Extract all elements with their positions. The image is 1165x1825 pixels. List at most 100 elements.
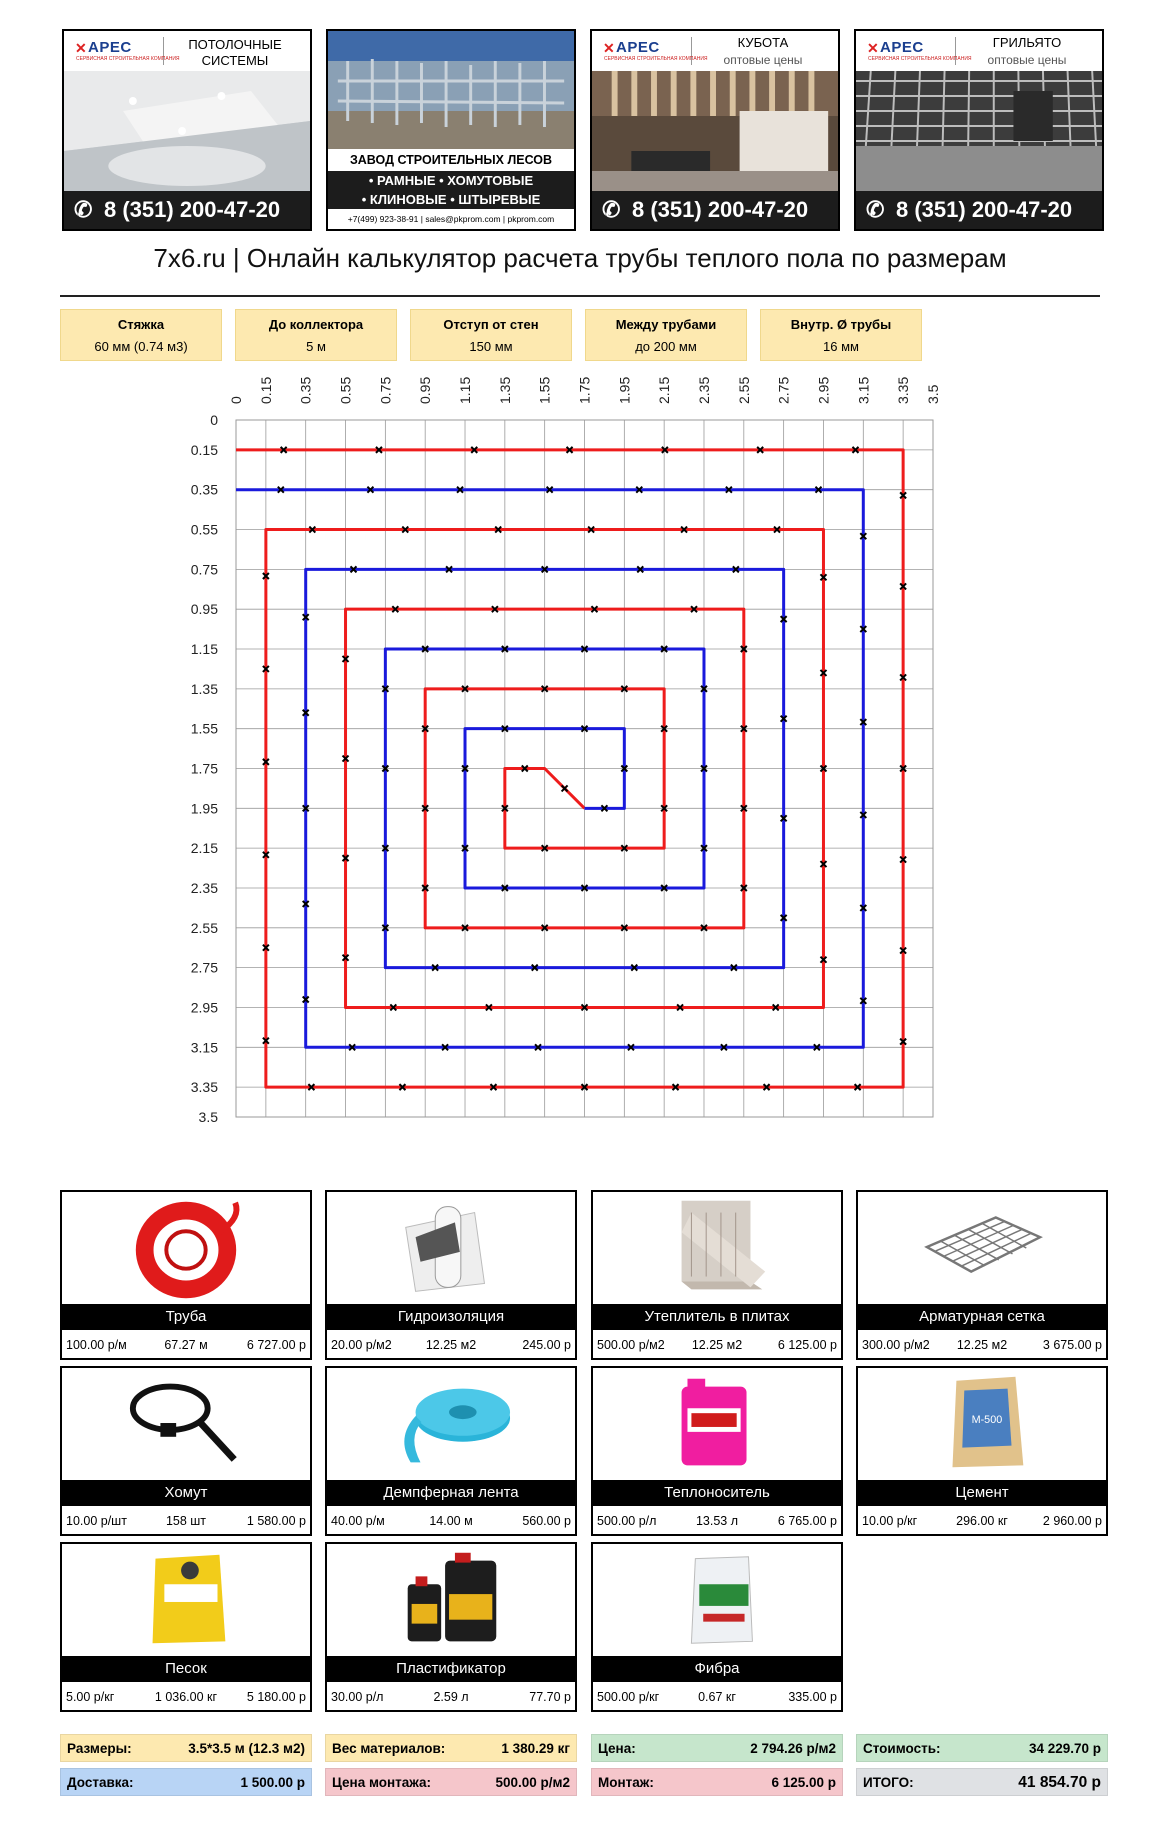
y-tick-label: 2.35	[191, 880, 218, 896]
material-details: 500.00 р/л 13.53 л6 765.00 р	[593, 1506, 841, 1536]
banner-line-2: • КЛИНОВЫЕ • ШТЫРЕВЫЕ	[328, 190, 574, 209]
material-card: Арматурная сетка 300.00 р/м2 12.25 м2 3 675…	[856, 1190, 1108, 1360]
banner-line-1: • РАМНЫЕ • ХОМУТОВЫЕ	[328, 171, 574, 190]
material-card: Пластификатор 30.00 р/л 2.59 л 77.70 р	[325, 1542, 577, 1712]
banner-title: ПОТОЛОЧНЫЕ СИСТЕМЫ	[188, 37, 282, 68]
banner-scaffolding[interactable]: ЗАВОД СТРОИТЕЛЬНЫХ ЛЕСОВ • РАМНЫЕ • ХОМУ…	[326, 29, 576, 231]
param-wall-offset: Отступ от стен 150 мм	[410, 309, 572, 361]
material-cost: 2 960.00 р	[1042, 1514, 1102, 1528]
y-tick-label: 3.5	[199, 1109, 219, 1125]
param-label: Стяжка	[117, 317, 165, 332]
y-tick-label: 1.35	[191, 681, 218, 697]
material-details: 30.00 р/л 2.59 л 77.70 р	[327, 1682, 575, 1712]
param-value: 16 мм	[823, 339, 859, 354]
y-tick-label: 0.35	[191, 482, 218, 498]
x-tick-label: 2.35	[696, 377, 712, 404]
x-tick-label: 1.75	[577, 377, 593, 404]
material-card: Теплоноситель 500.00 р/л 13.53 л6 765.00 р	[591, 1366, 843, 1536]
material-name: Теплоноситель	[593, 1480, 841, 1506]
summary-label: Цена:	[598, 1741, 636, 1756]
banner-header: ✕ АРЕС СЕРВИСНАЯ СТРОИТЕЛЬНАЯ КОМПАНИЯ К…	[592, 31, 838, 71]
summary-delivery: Доставка: 1 500.00 р	[60, 1768, 312, 1796]
summary-value: 2 794.26 р/м2	[750, 1741, 836, 1756]
summary-label: Вес материалов:	[332, 1741, 446, 1756]
material-cost: 6 765.00 р	[777, 1514, 837, 1528]
phone-number[interactable]: ✆ 8 (351) 200-47-20	[592, 191, 838, 229]
x-tick-label: 0	[228, 396, 244, 404]
material-card: Утеплитель в плитах 500.00 р/м2 12.25 м2 6 …	[591, 1190, 843, 1360]
summary-installation: Монтаж: 6 125.00 р	[591, 1768, 843, 1796]
material-name: Арматурная сетка	[858, 1304, 1106, 1330]
phone-icon: ✆	[74, 197, 93, 222]
banner-subtitle: оптовые цены	[987, 53, 1067, 67]
material-card: M-500 Цемент 10.00 р/кг 296.00 кг 2 960.00 р	[856, 1366, 1108, 1536]
summary-materials-cost: Стоимость: 34 229.70 р	[856, 1734, 1108, 1762]
material-card: Гидроизоляция 20.00 р/м2 12.25 м2 245.00 р	[325, 1190, 577, 1360]
param-label: Внутр. Ø трубы	[790, 317, 892, 332]
page-title: 7x6.ru | Онлайн калькулятор расчета труб…	[153, 243, 1007, 273]
pipe-layout-chart: 0 0 0.15 0.15 0.35 0.35 0.55 0.55 0.75 0.75 0.95 0.…	[191, 377, 940, 1125]
material-details: 20.00 р/м2 12.25 м2 245.00 р	[327, 1330, 575, 1360]
summary-price-per-m2: Цена: 2 794.26 р/м2	[591, 1734, 843, 1762]
banner-title: ЗАВОД СТРОИТЕЛЬНЫХ ЛЕСОВ	[328, 149, 574, 171]
param-value: 60 мм (0.74 м3)	[94, 339, 188, 354]
summary-label: Доставка:	[67, 1775, 134, 1790]
material-details: 40.00 р/м 14.00 м 560.00 р	[327, 1506, 575, 1536]
material-card: Фибра 500.00 р/кг 0.67 кг 335.00 р	[591, 1542, 843, 1712]
banner-contacts[interactable]: +7(499) 923-38-91 | sales@pkprom.com | p…	[328, 209, 574, 229]
summary-total: ИТОГО: 41 854.70 р	[856, 1768, 1108, 1796]
pipe-coil-icon	[135, 1201, 240, 1299]
banner-ares-ceiling[interactable]: ✕ АРЕС СЕРВИСНАЯ СТРОИТЕЛЬНАЯ КОМПАНИЯ П…	[62, 29, 312, 231]
material-details: 500.00 р/м2 12.25 м2 6 125.00 р	[593, 1330, 841, 1360]
material-cost: 6 727.00 р	[246, 1338, 306, 1352]
param-label: Отступ от стен	[443, 317, 539, 332]
x-tick-label: 2.15	[656, 377, 672, 404]
material-cost: 335.00 р	[788, 1690, 837, 1704]
material-name: Гидроизоляция	[327, 1304, 575, 1330]
x-tick-label: 0.75	[377, 377, 393, 404]
summary-value: 3.5*3.5 м (12.3 м2)	[188, 1741, 305, 1756]
x-tick-label: 1.55	[537, 377, 553, 404]
y-tick-label: 1.15	[191, 641, 218, 657]
y-tick-label: 2.95	[191, 999, 218, 1015]
summary-value: 41 854.70 р	[1018, 1774, 1101, 1791]
x-tick-label: 0.95	[417, 377, 433, 404]
summary-label: Монтаж:	[598, 1775, 654, 1790]
phone-icon: ✆	[866, 197, 885, 222]
banner-ares-grilyato[interactable]: ✕ АРЕС СЕРВИСНАЯ СТРОИТЕЛЬНАЯ КОМПАНИЯ Г…	[854, 29, 1104, 231]
fiber-bag-icon	[690, 1556, 753, 1644]
grilyato-photo	[856, 71, 1102, 193]
phone-number[interactable]: ✆ 8 (351) 200-47-20	[64, 191, 310, 229]
scaffolding-photo	[328, 31, 574, 149]
material-details: 5.00 р/кг 1 036.00 кг 5 180.00 р	[62, 1682, 310, 1712]
param-value: до 200 мм	[635, 339, 697, 354]
ares-logo: ✕ АРЕС СЕРВИСНАЯ СТРОИТЕЛЬНАЯ КОМПАНИЯ	[866, 37, 972, 65]
summary-label: Стоимость:	[863, 1741, 941, 1756]
material-details: 500.00 р/кг 0.67 кг 335.00 р	[593, 1682, 841, 1712]
summary-label: Размеры:	[67, 1741, 132, 1756]
summary-value: 1 380.29 кг	[501, 1741, 570, 1756]
phone-number[interactable]: ✆ 8 (351) 200-47-20	[856, 191, 1102, 229]
ares-logo: ✕ АРЕС СЕРВИСНАЯ СТРОИТЕЛЬНАЯ КОМПАНИЯ	[74, 37, 180, 65]
y-tick-label: 0	[210, 412, 218, 428]
y-tick-label: 3.35	[191, 1079, 218, 1095]
param-value: 5 м	[306, 339, 326, 354]
material-details: 10.00 р/кг 296.00 кг 2 960.00 р	[858, 1506, 1106, 1536]
param-pipe-diameter: Внутр. Ø трубы 16 мм	[760, 309, 922, 361]
material-cost: 5 180.00 р	[246, 1690, 306, 1704]
banner-title: КУБОТА	[737, 35, 789, 50]
x-tick-label: 3.15	[855, 377, 871, 404]
cable-tie-icon	[129, 1383, 237, 1462]
x-tick-label: 3.5	[925, 384, 940, 404]
y-tick-label: 0.95	[191, 601, 218, 617]
banner-ares-kubota[interactable]: ✕ АРЕС СЕРВИСНАЯ СТРОИТЕЛЬНАЯ КОМПАНИЯ К…	[590, 29, 840, 231]
x-tick-label: 0.15	[258, 377, 274, 404]
x-tick-label: 0.55	[338, 377, 354, 404]
summary-dimensions: Размеры: 3.5*3.5 м (12.3 м2)	[60, 1734, 312, 1762]
material-cost: 77.70 р	[529, 1690, 571, 1704]
summary-label: ИТОГО:	[863, 1775, 914, 1790]
material-name: Демпферная лента	[327, 1480, 575, 1506]
banner-subtitle: оптовые цены	[723, 53, 803, 67]
x-tick-label: 2.75	[776, 377, 792, 404]
material-name: Цемент	[858, 1480, 1106, 1506]
